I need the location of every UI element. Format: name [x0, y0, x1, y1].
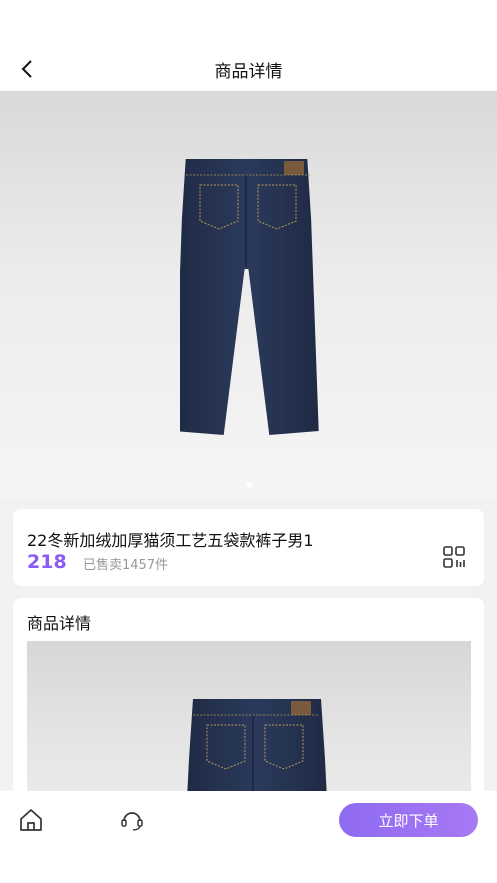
headset-icon [121, 812, 143, 831]
qr-code-icon [443, 546, 465, 568]
carousel-dot [245, 482, 252, 488]
top-bar: 商品详情 [0, 0, 497, 91]
product-image [180, 159, 319, 435]
detail-product-image [187, 699, 327, 798]
customer-service-button[interactable] [119, 807, 145, 833]
product-info-card: 22冬新加绒加厚猫须工艺五袋款裤子男1 218 已售卖1457件 [13, 509, 484, 586]
carousel-indicator [0, 482, 497, 488]
home-icon [20, 809, 42, 831]
home-button[interactable] [18, 807, 44, 833]
sold-count: 已售卖1457件 [83, 558, 169, 573]
bottom-action-bar: 立即下单 [0, 791, 497, 883]
qr-code-button[interactable] [442, 545, 466, 569]
product-price: 218 [27, 551, 67, 573]
page-title: 商品详情 [214, 62, 283, 82]
product-detail-section: 商品详情 [13, 598, 484, 798]
detail-section-title: 商品详情 [27, 614, 92, 633]
product-title: 22冬新加绒加厚猫须工艺五袋款裤子男1 [27, 531, 314, 550]
buy-now-button[interactable]: 立即下单 [339, 803, 478, 837]
product-image-carousel[interactable] [0, 91, 497, 498]
detail-image [27, 641, 471, 798]
